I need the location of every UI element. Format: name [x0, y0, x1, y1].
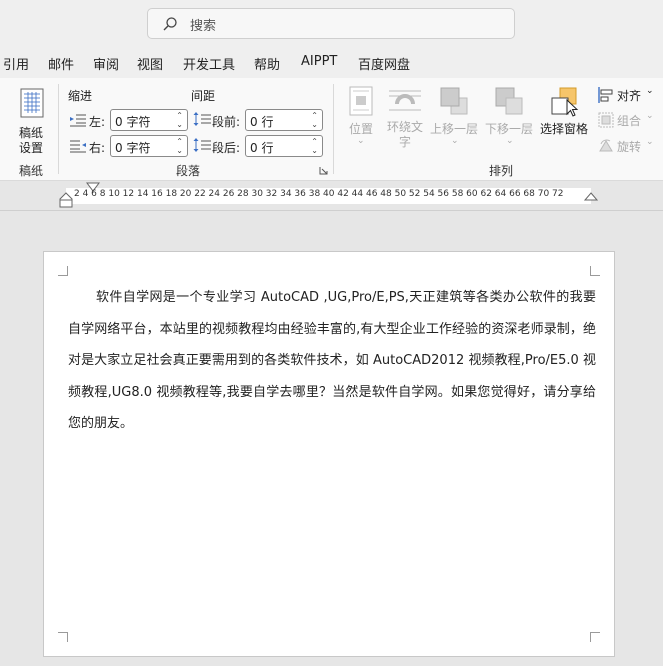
- indent-left-icon: [70, 114, 86, 127]
- align-button[interactable]: 对齐 ⌄: [596, 86, 656, 106]
- paragraph-group-label: 段落: [176, 164, 201, 178]
- title-bar: 搜索: [0, 0, 663, 46]
- manuscript-group-label: 稿纸: [19, 164, 44, 178]
- rotate-icon: [599, 139, 613, 152]
- spacing-before-label: 段前:: [212, 115, 241, 129]
- selection-pane-button[interactable]: 选择窗格: [538, 86, 590, 156]
- left-indent-marker-icon[interactable]: [59, 192, 73, 208]
- position-icon: [349, 86, 373, 116]
- tab-baidu-netdisk[interactable]: 百度网盘: [358, 54, 410, 73]
- rotate-label: 旋转: [617, 140, 642, 154]
- indent-right-input[interactable]: 0 字符 ⌃ ⌄: [110, 135, 188, 157]
- crop-mark-top-right: [590, 266, 600, 276]
- tab-review[interactable]: 审阅: [93, 54, 119, 73]
- chevron-down-icon: ⌄: [646, 137, 654, 147]
- indent-header: 缩进: [68, 89, 93, 103]
- group-label: 组合: [617, 114, 642, 128]
- spinner-arrows-icon[interactable]: ⌃ ⌄: [311, 111, 318, 129]
- indent-left-label: 左:: [89, 115, 106, 129]
- ribbon: 稿纸 设置 稿纸 缩进 间距 左: 0 字符 ⌃ ⌄ 右: 0 字符 ⌃ ⌄ 段前:…: [0, 78, 663, 181]
- position-button[interactable]: 位置 ⌄: [343, 86, 379, 156]
- search-icon: [163, 17, 177, 31]
- wrap-text-label: 环绕文 字: [387, 120, 424, 149]
- manuscript-icon: [20, 88, 44, 118]
- selection-pane-icon: [551, 87, 579, 117]
- spacing-before-input[interactable]: 0 行 ⌃ ⌄: [245, 109, 323, 131]
- spinner-arrows-icon[interactable]: ⌃ ⌄: [176, 111, 183, 129]
- bring-forward-label: 上移一层: [430, 122, 479, 136]
- document-page[interactable]: 软件自学网是一个专业学习 AutoCAD ,UG,Pro/E,PS,天正建筑等各…: [43, 251, 615, 657]
- ruler-numbers: 2 4 6 8 10 12 14 16 18 20 22 24 26 28 30…: [74, 189, 564, 199]
- align-label: 对齐: [617, 89, 642, 103]
- spinner-arrows-icon[interactable]: ⌃ ⌄: [311, 137, 318, 155]
- wrap-text-icon: [389, 90, 421, 111]
- position-label: 位置: [349, 122, 374, 136]
- chevron-down-icon: ⌄: [506, 136, 514, 146]
- bring-forward-icon: [440, 87, 468, 115]
- arrange-group-label: 排列: [489, 164, 514, 178]
- tab-references[interactable]: 引用: [3, 54, 29, 73]
- spinner-arrows-icon[interactable]: ⌃ ⌄: [176, 137, 183, 155]
- bring-forward-button[interactable]: 上移一层 ⌄: [429, 86, 481, 156]
- crop-mark-bottom-left: [58, 632, 68, 642]
- tab-view[interactable]: 视图: [137, 54, 163, 73]
- wrap-text-button[interactable]: 环绕文 字: [385, 86, 425, 156]
- chevron-down-icon: ⌄: [357, 136, 365, 146]
- manuscript-settings-button[interactable]: 稿纸 设置: [12, 86, 52, 155]
- send-backward-label: 下移一层: [485, 122, 534, 136]
- spacing-before-icon: [193, 112, 211, 126]
- indent-right-label: 右:: [89, 141, 106, 155]
- spacing-before-value: 0 行: [250, 115, 274, 129]
- chevron-down-icon: ⌄: [646, 111, 654, 121]
- crop-mark-bottom-right: [590, 632, 600, 642]
- ribbon-tabs: 引用 邮件 审阅 视图 开发工具 帮助 AIPPT 百度网盘: [0, 46, 663, 78]
- document-paragraph[interactable]: 软件自学网是一个专业学习 AutoCAD ,UG,Pro/E,PS,天正建筑等各…: [68, 282, 596, 440]
- ruler-divider: [0, 210, 663, 211]
- chevron-down-icon: ⌄: [451, 136, 459, 146]
- indent-right-icon: [70, 140, 86, 153]
- group-divider: [58, 84, 59, 174]
- align-icon: [598, 87, 613, 103]
- indent-right-value: 0 字符: [115, 141, 151, 155]
- spacing-after-label: 段后:: [212, 141, 241, 155]
- spacing-after-value: 0 行: [250, 141, 274, 155]
- selection-pane-label: 选择窗格: [540, 122, 589, 136]
- send-backward-button[interactable]: 下移一层 ⌄: [484, 86, 536, 156]
- search-placeholder: 搜索: [190, 19, 217, 34]
- tab-aippt[interactable]: AIPPT: [301, 54, 337, 69]
- search-box[interactable]: 搜索: [147, 8, 515, 39]
- dialog-launcher-icon[interactable]: [319, 166, 328, 175]
- tab-developer[interactable]: 开发工具: [183, 54, 235, 73]
- right-indent-marker-icon[interactable]: [584, 192, 598, 202]
- group-icon: [598, 112, 614, 128]
- group-objects-button[interactable]: 组合 ⌄: [596, 111, 656, 131]
- rotate-button[interactable]: 旋转 ⌄: [596, 137, 656, 157]
- indent-left-input[interactable]: 0 字符 ⌃ ⌄: [110, 109, 188, 131]
- manuscript-settings-label: 稿纸 设置: [19, 126, 44, 155]
- spacing-header: 间距: [191, 89, 216, 103]
- group-divider: [333, 84, 334, 174]
- tab-mailings[interactable]: 邮件: [48, 54, 74, 73]
- spacing-after-icon: [193, 138, 211, 152]
- chevron-down-icon: ⌄: [646, 86, 654, 96]
- indent-left-value: 0 字符: [115, 115, 151, 129]
- send-backward-icon: [495, 87, 523, 115]
- crop-mark-top-left: [58, 266, 68, 276]
- spacing-after-input[interactable]: 0 行 ⌃ ⌄: [245, 135, 323, 157]
- tab-help[interactable]: 帮助: [254, 54, 280, 73]
